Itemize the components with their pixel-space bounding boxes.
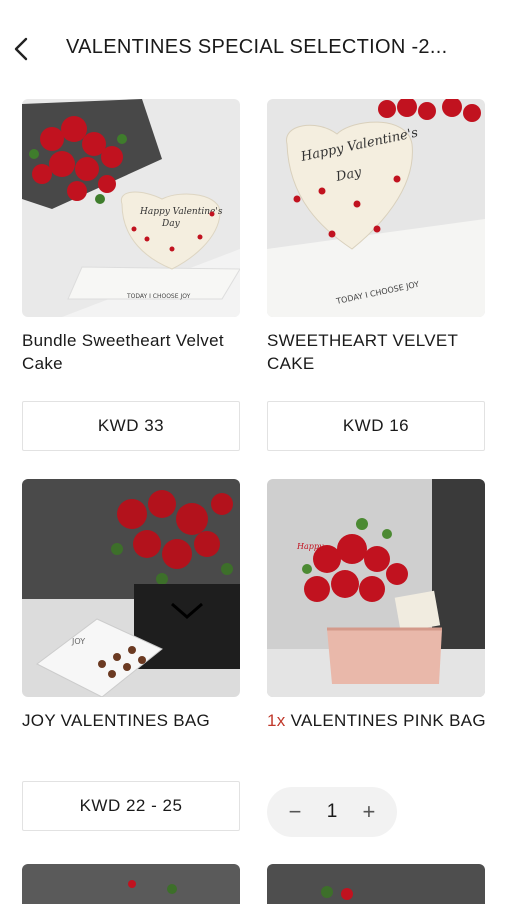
price-button[interactable]: KWD 33 (22, 401, 240, 451)
svg-text:Day: Day (161, 219, 181, 229)
cart-quantity-prefix: 1x (267, 711, 286, 730)
svg-text:JOY: JOY (71, 637, 85, 646)
product-card-partial[interactable] (22, 864, 240, 904)
product-name-text: VALENTINES PINK BAG (290, 711, 486, 730)
price-button[interactable]: KWD 22 - 25 (22, 781, 240, 831)
page-title: VALENTINES SPECIAL SELECTION -2... (66, 36, 448, 58)
product-name[interactable]: SWEETHEART VELVET CAKE (267, 329, 487, 375)
price-button[interactable]: KWD 16 (267, 401, 485, 451)
product-name[interactable]: Bundle Sweetheart Velvet Cake (22, 329, 242, 375)
quantity-stepper: − 1 + (267, 787, 397, 837)
product-name[interactable]: 1x VALENTINES PINK BAG (267, 709, 487, 732)
header-bar: VALENTINES SPECIAL SELECTION -2... (0, 0, 506, 98)
product-image[interactable]: Happy Valentine's Day TODAY I CHOOSE JOY (22, 99, 240, 317)
svg-text:TODAY I CHOOSE JOY: TODAY I CHOOSE JOY (126, 293, 191, 300)
decrement-button[interactable]: − (283, 799, 307, 825)
product-name[interactable]: JOY VALENTINES BAG (22, 709, 242, 732)
product-image[interactable]: Happy Valentine's Day TODAY I CHOOSE JOY (267, 99, 485, 317)
increment-button[interactable]: + (357, 799, 381, 825)
product-card-partial[interactable] (267, 864, 485, 904)
back-button[interactable] (8, 33, 36, 65)
product-image[interactable]: Happy (267, 479, 485, 697)
product-image[interactable]: JOY (22, 479, 240, 697)
chevron-left-icon (14, 37, 28, 61)
svg-text:Happy: Happy (296, 542, 324, 551)
quantity-value: 1 (326, 801, 338, 822)
